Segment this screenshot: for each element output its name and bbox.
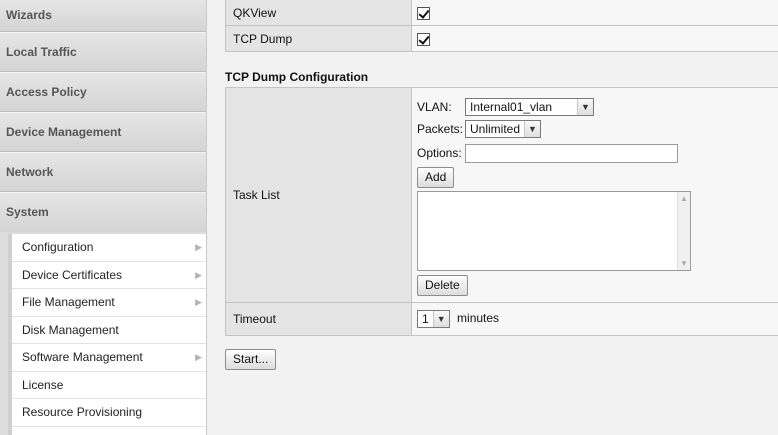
vlan-select-value: Internal01_vlan <box>470 100 553 114</box>
add-button[interactable]: Add <box>417 167 455 188</box>
packets-select[interactable]: Unlimited ▼ <box>465 120 542 138</box>
timeout-row: Timeout 1 ▼ minutes <box>225 302 778 336</box>
submenu-item-label: Disk Management <box>22 322 119 337</box>
timeout-select-value: 1 <box>422 312 429 326</box>
submenu-item-disk-management[interactable]: Disk Management <box>12 317 206 344</box>
chevron-down-icon: ▼ <box>524 121 541 137</box>
nav-network[interactable]: Network <box>0 152 206 192</box>
nav-access-policy[interactable]: Access Policy <box>0 72 206 112</box>
options-input[interactable] <box>465 143 678 163</box>
submenu-item-configuration[interactable]: Configuration ▶ <box>12 234 206 262</box>
chevron-right-icon: ▶ <box>195 352 202 362</box>
sidebar: Wizards Local Traffic Access Policy Devi… <box>0 0 206 435</box>
timeout-unit: minutes <box>457 311 500 326</box>
task-list-row: Task List VLAN: Internal01_vlan ▼ Packet… <box>225 87 778 303</box>
qkview-checkbox[interactable] <box>417 6 430 20</box>
submenu-item-label: Resource Provisioning <box>22 405 143 419</box>
options-label: Options: <box>417 146 462 160</box>
section-title: TCP Dump Configuration <box>225 70 369 84</box>
submenu-item-label: Device Certificates <box>22 267 123 282</box>
tcpdump-row: TCP Dump <box>225 25 778 52</box>
submenu-item-file-management[interactable]: File Management ▶ <box>12 289 206 317</box>
nav-system[interactable]: System <box>0 192 206 232</box>
nav-label: System <box>6 205 49 219</box>
qkview-row: QKView <box>225 0 778 26</box>
chevron-right-icon: ▶ <box>195 297 202 307</box>
tcpdump-label: TCP Dump <box>225 25 412 52</box>
submenu-item-license[interactable]: License <box>12 372 206 399</box>
timeout-select[interactable]: 1 ▼ <box>417 310 450 328</box>
task-list-scrollbar[interactable]: ▲ ▼ <box>677 192 690 270</box>
submenu-item-label: License <box>22 377 64 392</box>
nav-local-traffic[interactable]: Local Traffic <box>0 32 206 72</box>
nav-label: Network <box>6 165 54 179</box>
chevron-down-icon: ▼ <box>432 311 449 327</box>
qkview-label: QKView <box>225 0 412 26</box>
submenu-item-resource-provisioning[interactable]: Resource Provisioning <box>12 399 206 427</box>
nav-label: Wizards <box>6 8 52 22</box>
diagnostics-table: QKView TCP Dump <box>225 0 778 52</box>
chevron-down-icon: ▼ <box>577 99 593 115</box>
vlan-select[interactable]: Internal01_vlan ▼ <box>465 98 594 116</box>
submenu-item-label: Configuration <box>22 240 94 254</box>
main-content: QKView TCP Dump TCP Dump Configuration T… <box>206 0 778 435</box>
chevron-right-icon: ▶ <box>195 269 202 280</box>
submenu-item-label: File Management <box>22 295 115 309</box>
delete-button[interactable]: Delete <box>417 275 468 296</box>
submenu-item-device-certificates[interactable]: Device Certificates ▶ <box>12 262 206 289</box>
start-button[interactable]: Start... <box>225 349 277 370</box>
submenu-item-software-management[interactable]: Software Management ▶ <box>12 344 206 372</box>
nav-label: Device Management <box>6 125 122 139</box>
task-list-label: Task List <box>225 87 412 303</box>
scroll-down-icon[interactable]: ▼ <box>680 259 688 268</box>
submenu-item-label: Software Management <box>22 350 143 364</box>
timeout-label: Timeout <box>225 302 412 336</box>
system-submenu: Configuration ▶ Device Certificates ▶ Fi… <box>8 234 206 435</box>
nav-label: Access Policy <box>6 85 87 99</box>
packets-select-value: Unlimited <box>470 122 521 136</box>
nav-device-management[interactable]: Device Management <box>0 112 206 152</box>
nav-wizards[interactable]: Wizards <box>0 0 206 32</box>
tcpdump-config-table: Task List VLAN: Internal01_vlan ▼ Packet… <box>225 87 778 336</box>
nav-label: Local Traffic <box>6 45 77 59</box>
vlan-label: VLAN: <box>417 100 452 114</box>
tcpdump-checkbox[interactable] <box>417 32 430 46</box>
scroll-up-icon[interactable]: ▲ <box>680 194 688 203</box>
task-list-box[interactable]: ▲ ▼ <box>417 191 691 271</box>
chevron-right-icon: ▶ <box>195 242 202 252</box>
packets-label: Packets: <box>417 122 464 136</box>
